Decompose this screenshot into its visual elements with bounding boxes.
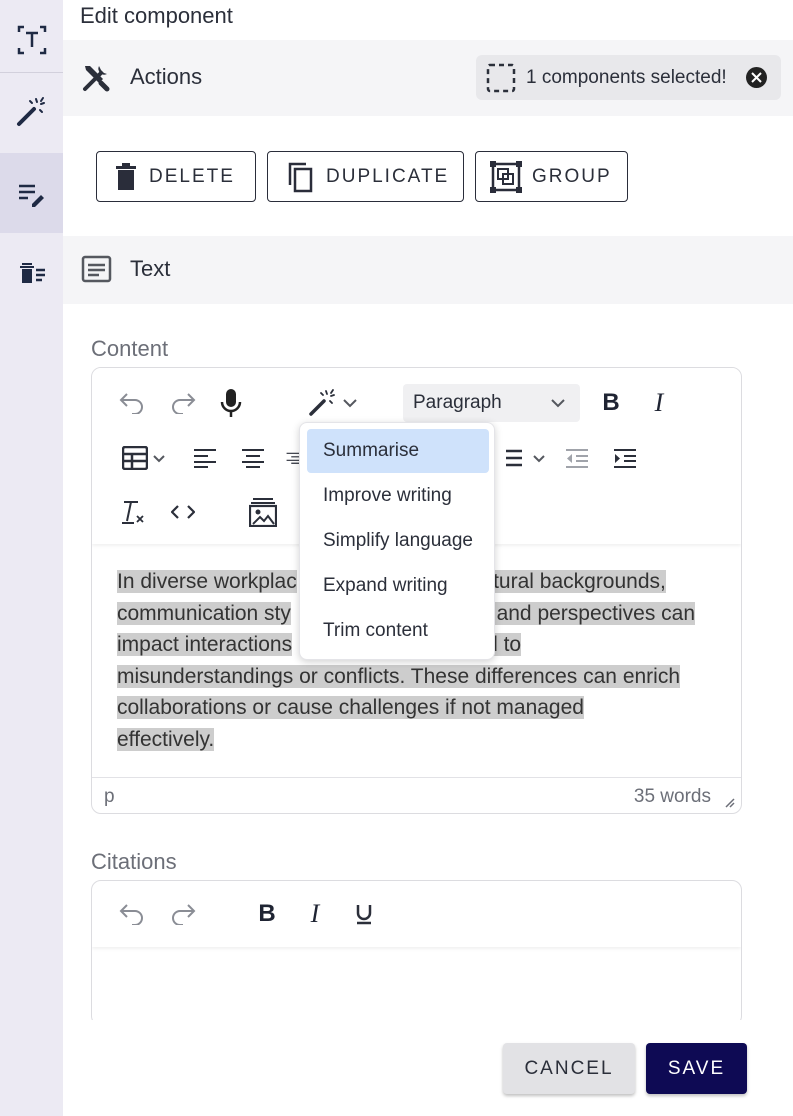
clear-selection-button[interactable] — [746, 67, 767, 88]
close-icon — [751, 72, 762, 83]
delete-list-icon — [19, 263, 45, 283]
element-path[interactable]: p — [104, 786, 115, 808]
numbered-list-dropdown[interactable] — [496, 440, 552, 476]
resize-handle-icon[interactable] — [723, 796, 735, 808]
clear-formatting-icon — [122, 501, 144, 524]
undo-icon — [119, 393, 143, 414]
selection-text: 1 components selected! — [526, 66, 727, 88]
tools-icon — [83, 66, 110, 92]
selection-box-icon — [486, 63, 516, 92]
group-button[interactable]: GROUP — [475, 151, 628, 202]
actions-label: Actions — [130, 64, 203, 89]
selection-chip: 1 components selected! — [476, 55, 781, 100]
ai-assist-dropdown[interactable] — [304, 384, 362, 422]
redo-icon — [172, 393, 196, 414]
trash-icon — [116, 162, 136, 190]
cancel-button[interactable]: CANCEL — [503, 1043, 635, 1094]
dictate-button[interactable] — [214, 384, 248, 422]
rail-text-frame[interactable] — [0, 0, 63, 80]
citations-redo-button[interactable] — [165, 897, 201, 931]
bold-icon: B — [258, 900, 276, 927]
chevron-down-icon — [343, 399, 357, 408]
magic-wand-icon — [309, 389, 335, 416]
group-icon — [490, 160, 522, 193]
text-block-icon — [81, 255, 112, 283]
citations-italic-button[interactable]: I — [298, 895, 332, 933]
image-gallery-icon — [249, 498, 277, 527]
citations-undo-button[interactable] — [114, 897, 150, 931]
align-left-icon — [194, 449, 216, 468]
align-right-icon — [286, 452, 300, 464]
undo-button[interactable] — [114, 386, 150, 420]
italic-icon: I — [654, 388, 664, 417]
ai-menu-item-summarise[interactable]: Summarise — [307, 429, 489, 473]
text-section-bar — [63, 236, 793, 304]
code-icon — [171, 505, 195, 519]
text-section-label: Text — [130, 256, 171, 281]
table-icon — [122, 446, 148, 470]
source-code-button[interactable] — [166, 494, 200, 530]
magic-wand-icon — [16, 97, 45, 126]
side-rail — [0, 0, 63, 1116]
outdent-icon — [566, 449, 588, 468]
duplicate-button[interactable]: DUPLICATE — [267, 151, 464, 202]
italic-button[interactable]: I — [642, 384, 676, 422]
bold-button[interactable]: B — [594, 384, 628, 422]
insert-image-button[interactable] — [246, 492, 280, 532]
editor-statusbar: p 35 words — [92, 777, 741, 813]
clear-formatting-button[interactable] — [116, 494, 150, 530]
ai-menu-item-expand[interactable]: Expand writing — [307, 564, 489, 608]
align-center-button[interactable] — [236, 440, 270, 476]
ai-menu-item-trim[interactable]: Trim content — [307, 609, 489, 653]
rail-delete-list[interactable] — [0, 233, 63, 313]
chevron-down-icon — [153, 454, 165, 462]
rail-edit[interactable] — [0, 153, 63, 233]
undo-icon — [119, 904, 143, 925]
citations-toolbar: B I — [92, 881, 741, 947]
citations-underline-button[interactable] — [347, 895, 381, 933]
page-title: Edit component — [80, 3, 233, 28]
rail-magic[interactable] — [0, 72, 63, 152]
citations-label: Citations — [91, 849, 177, 874]
delete-button[interactable]: DELETE — [96, 151, 256, 202]
indent-icon — [614, 449, 636, 468]
chevron-down-icon — [551, 399, 565, 408]
bold-icon: B — [602, 389, 620, 416]
redo-icon — [172, 904, 196, 925]
save-button[interactable]: SAVE — [646, 1043, 747, 1094]
edit-list-icon — [18, 184, 44, 207]
italic-icon: I — [310, 899, 320, 928]
block-format-select[interactable]: Paragraph — [403, 384, 580, 422]
citations-bold-button[interactable]: B — [250, 895, 284, 933]
align-right-button[interactable] — [286, 440, 300, 476]
align-left-button[interactable] — [188, 440, 222, 476]
word-count[interactable]: 35 words — [634, 786, 711, 808]
table-dropdown[interactable] — [116, 440, 172, 476]
content-label: Content — [91, 336, 169, 361]
text-frame-icon — [17, 25, 46, 55]
align-center-icon — [242, 449, 264, 468]
ai-assist-menu: Summarise Improve writing Simplify langu… — [299, 422, 495, 660]
citations-editor[interactable]: B I — [91, 880, 742, 1026]
ai-menu-item-simplify[interactable]: Simplify language — [307, 519, 489, 563]
list-icon — [506, 449, 522, 467]
redo-button[interactable] — [165, 386, 201, 420]
indent-button[interactable] — [608, 440, 642, 476]
microphone-icon — [220, 389, 242, 417]
outdent-button[interactable] — [560, 440, 594, 476]
chevron-down-icon — [533, 454, 545, 462]
underline-icon — [356, 905, 372, 925]
ai-menu-item-improve[interactable]: Improve writing — [307, 474, 489, 518]
copy-icon — [288, 162, 313, 192]
